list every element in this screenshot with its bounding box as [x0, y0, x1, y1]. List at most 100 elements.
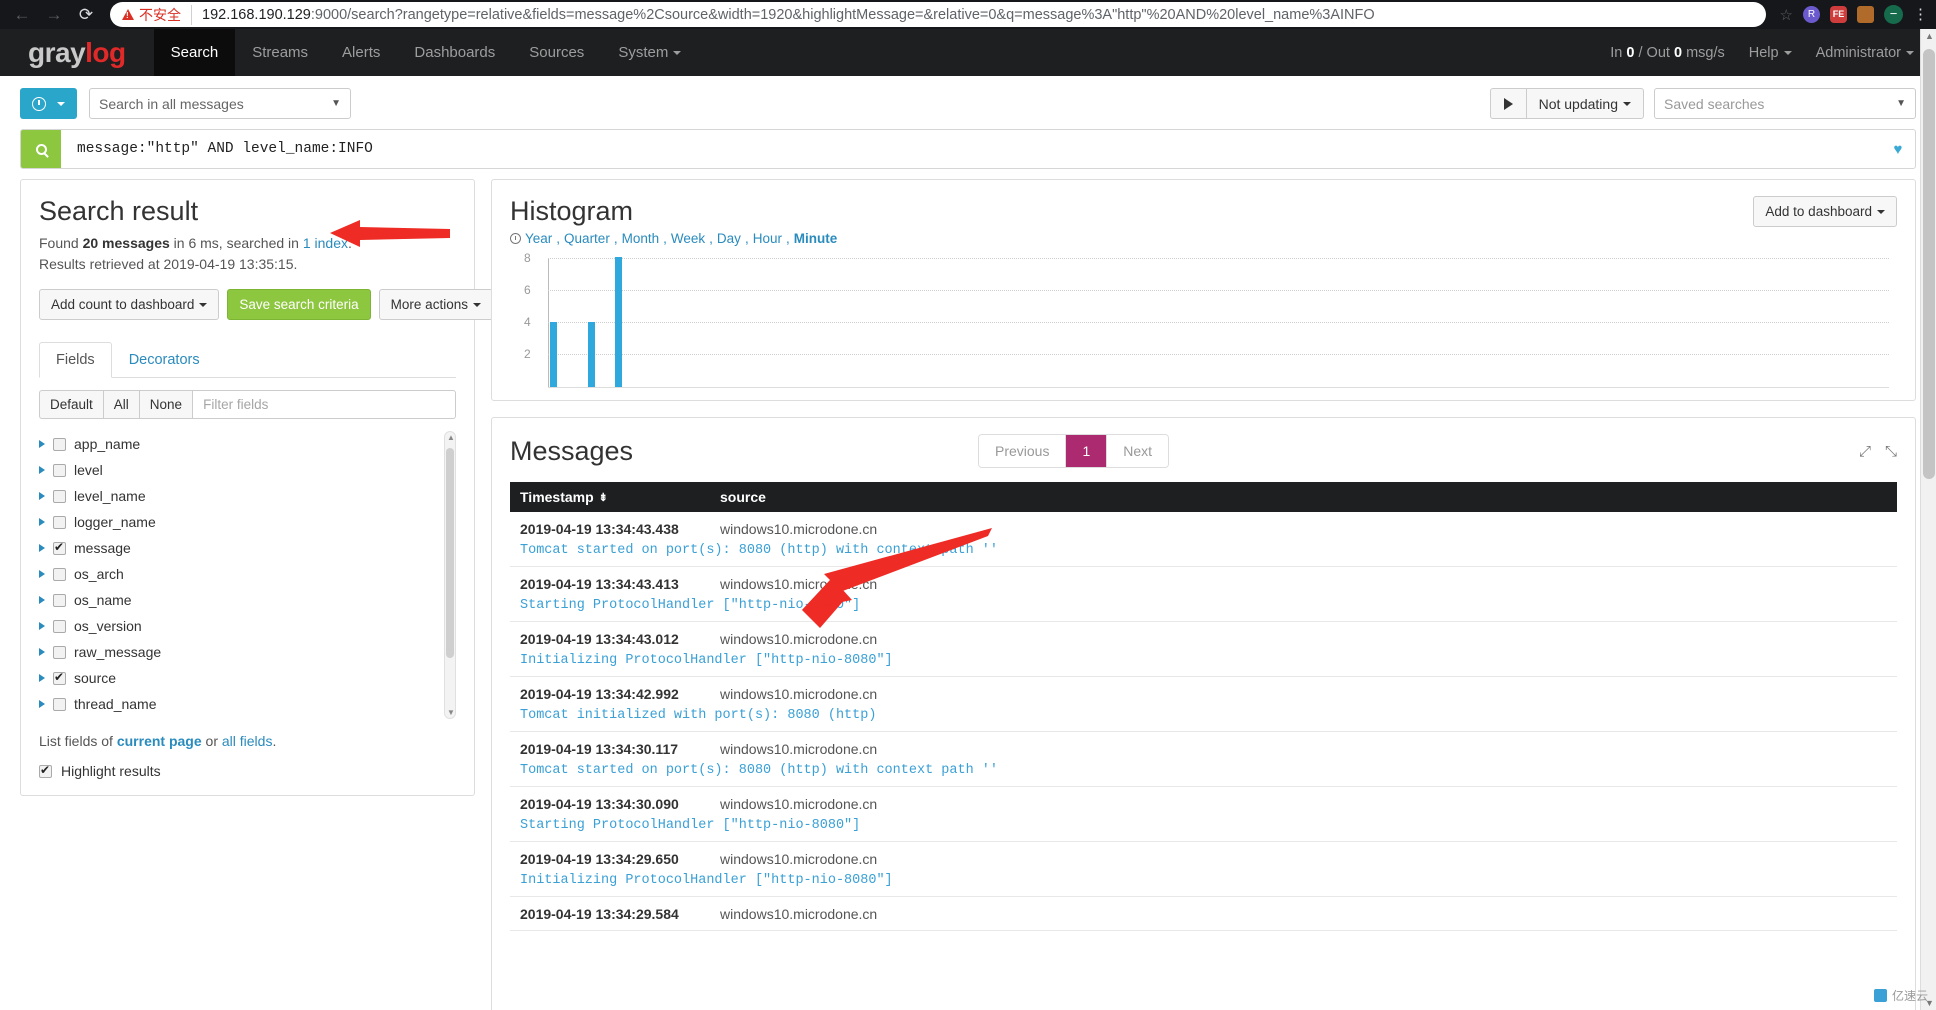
expand-triangle-icon[interactable]	[39, 518, 45, 526]
fields-preset-none[interactable]: None	[138, 390, 193, 419]
field-checkbox[interactable]	[53, 670, 66, 685]
save-search-criteria-button[interactable]: Save search criteria	[227, 289, 371, 320]
filter-fields-input[interactable]	[192, 390, 456, 419]
nav-item-search[interactable]: Search	[153, 29, 236, 76]
back-arrow-icon[interactable]: ←	[8, 1, 36, 29]
field-item-os_version[interactable]: os_version	[39, 613, 438, 639]
forward-arrow-icon[interactable]: →	[40, 1, 68, 29]
more-actions-button[interactable]: More actions	[378, 289, 493, 320]
interval-quarter[interactable]: Quarter	[564, 231, 610, 246]
expand-triangle-icon[interactable]	[39, 596, 45, 604]
all-fields-link[interactable]: all fields	[222, 733, 273, 749]
interval-minute[interactable]: Minute	[794, 231, 838, 246]
table-row[interactable]: 2019-04-19 13:34:43.012 windows10.microd…	[510, 622, 1897, 677]
add-to-dashboard-button[interactable]: Add to dashboard	[1753, 196, 1897, 227]
avatar[interactable]: −	[1884, 5, 1903, 24]
expand-triangle-icon[interactable]	[39, 674, 45, 682]
field-checkbox[interactable]	[53, 593, 66, 607]
nav-item-sources[interactable]: Sources	[512, 29, 601, 76]
pagination-page-1[interactable]: 1	[1066, 435, 1108, 467]
page-scrollbar[interactable]: ▲ ▼	[1920, 29, 1936, 1010]
scroll-up-icon[interactable]: ▲	[1925, 31, 1934, 41]
interval-day[interactable]: Day	[717, 231, 741, 246]
nav-item-alerts[interactable]: Alerts	[325, 29, 397, 76]
expand-icon[interactable]: ⤢	[1859, 443, 1871, 460]
field-item-os_name[interactable]: os_name	[39, 587, 438, 613]
field-item-os_arch[interactable]: os_arch	[39, 561, 438, 587]
field-item-timestamp[interactable]: timestamp	[39, 717, 438, 719]
scrollbar-thumb[interactable]	[446, 448, 454, 658]
lightbulb-icon[interactable]: ♥	[1881, 130, 1915, 168]
security-warning[interactable]: 不安全	[122, 4, 192, 25]
index-link[interactable]: 1 index	[303, 235, 348, 251]
field-checkbox[interactable]	[53, 437, 66, 451]
field-item-logger_name[interactable]: logger_name	[39, 509, 438, 535]
field-checkbox[interactable]	[53, 540, 66, 555]
histogram-bar-1[interactable]	[550, 322, 557, 387]
histogram-bar-3[interactable]	[615, 257, 622, 387]
tab-fields[interactable]: Fields	[39, 342, 112, 378]
help-menu[interactable]: Help	[1749, 45, 1792, 61]
table-row[interactable]: 2019-04-19 13:34:43.413 windows10.microd…	[510, 567, 1897, 622]
interval-hour[interactable]: Hour	[753, 231, 782, 246]
field-item-thread_name[interactable]: thread_name	[39, 691, 438, 717]
kebab-menu-icon[interactable]: ⋮	[1913, 7, 1928, 22]
column-header-source[interactable]: source	[720, 489, 766, 505]
bookmark-star-icon[interactable]: ☆	[1780, 6, 1793, 24]
field-checkbox[interactable]	[53, 515, 66, 529]
nav-item-streams[interactable]: Streams	[235, 29, 325, 76]
field-checkbox[interactable]	[53, 463, 66, 477]
expand-triangle-icon[interactable]	[39, 570, 45, 578]
field-item-app_name[interactable]: app_name	[39, 431, 438, 457]
fields-preset-all[interactable]: All	[102, 390, 139, 419]
scroll-up-icon[interactable]: ▲	[447, 433, 455, 442]
stream-selector[interactable]: Search in all messages ▼	[89, 88, 351, 119]
expand-triangle-icon[interactable]	[39, 622, 45, 630]
graylog-logo[interactable]: gray log	[0, 29, 154, 76]
tab-decorators[interactable]: Decorators	[112, 342, 217, 378]
table-row[interactable]: 2019-04-19 13:34:29.584 windows10.microd…	[510, 897, 1897, 931]
reload-icon[interactable]: ⟳	[72, 1, 100, 29]
table-row[interactable]: 2019-04-19 13:34:29.650 windows10.microd…	[510, 842, 1897, 897]
field-item-source[interactable]: source	[39, 665, 438, 691]
extension-fe-icon[interactable]: FE	[1830, 6, 1847, 23]
field-item-message[interactable]: message	[39, 535, 438, 561]
field-checkbox[interactable]	[53, 619, 66, 633]
field-list-scrollbar[interactable]: ▲ ▼	[444, 431, 456, 719]
search-query-input[interactable]	[61, 130, 1881, 168]
page-scrollbar-thumb[interactable]	[1923, 49, 1935, 479]
table-row[interactable]: 2019-04-19 13:34:43.438 windows10.microd…	[510, 512, 1897, 567]
collapse-icon[interactable]: ⤡	[1885, 443, 1897, 460]
refresh-interval-dropdown[interactable]: Not updating	[1525, 88, 1644, 119]
field-checkbox[interactable]	[53, 645, 66, 659]
extension-r-icon[interactable]: R	[1803, 6, 1820, 23]
field-item-raw_message[interactable]: raw_message	[39, 639, 438, 665]
scroll-down-icon[interactable]: ▼	[447, 708, 455, 717]
timerange-selector-button[interactable]	[20, 88, 77, 119]
interval-month[interactable]: Month	[622, 231, 660, 246]
field-item-level_name[interactable]: level_name	[39, 483, 438, 509]
pagination-previous[interactable]: Previous	[979, 435, 1067, 467]
field-item-level[interactable]: level	[39, 457, 438, 483]
interval-week[interactable]: Week	[671, 231, 705, 246]
address-bar[interactable]: 不安全 192.168.190.129:9000/search?rangetyp…	[110, 2, 1766, 27]
fields-preset-default[interactable]: Default	[39, 390, 103, 419]
saved-searches-selector[interactable]: Saved searches ▼	[1654, 88, 1916, 119]
interval-year[interactable]: Year	[525, 231, 552, 246]
expand-triangle-icon[interactable]	[39, 544, 45, 552]
field-checkbox[interactable]	[53, 567, 66, 581]
current-page-link[interactable]: current page	[117, 733, 202, 749]
histogram-bar-2[interactable]	[588, 322, 595, 387]
nav-item-system[interactable]: System	[601, 29, 698, 76]
expand-triangle-icon[interactable]	[39, 440, 45, 448]
search-submit-button[interactable]	[21, 130, 61, 168]
refresh-play-button[interactable]	[1489, 88, 1526, 119]
add-count-to-dashboard-button[interactable]: Add count to dashboard	[39, 289, 220, 320]
user-menu[interactable]: Administrator	[1816, 45, 1914, 61]
field-checkbox[interactable]	[53, 697, 66, 711]
expand-triangle-icon[interactable]	[39, 492, 45, 500]
table-row[interactable]: 2019-04-19 13:34:30.090 windows10.microd…	[510, 787, 1897, 842]
field-checkbox[interactable]	[53, 489, 66, 503]
expand-triangle-icon[interactable]	[39, 700, 45, 708]
bell-extension-icon[interactable]	[1857, 6, 1874, 23]
